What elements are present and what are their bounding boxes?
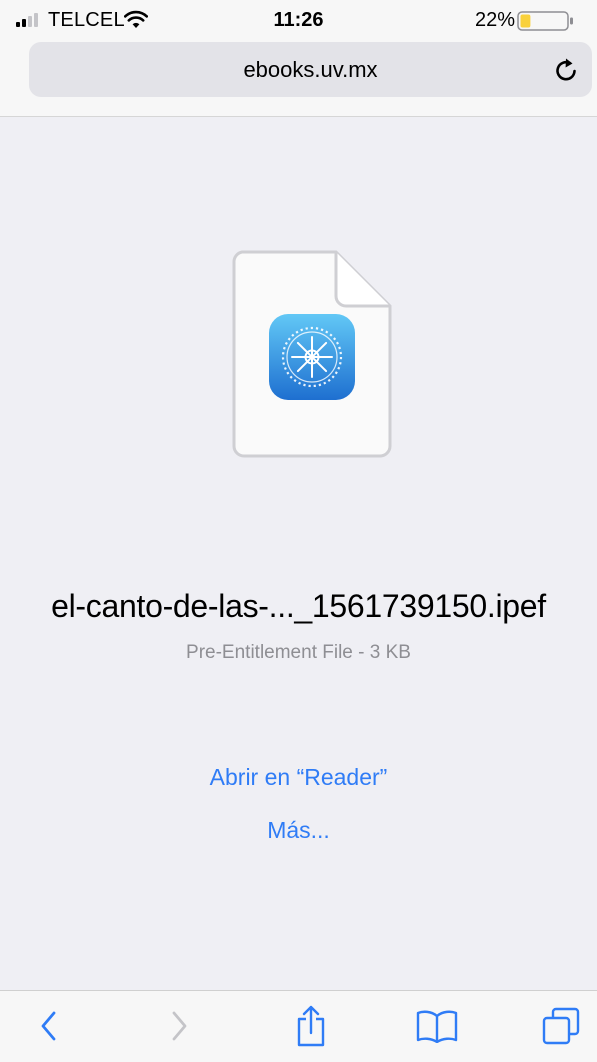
forward-icon [172,1011,187,1041]
forward-button[interactable] [154,1001,204,1051]
file-type-size: Pre-Entitlement File - 3 KB [186,642,411,663]
share-icon [297,1005,325,1047]
bookmarks-icon [416,1010,458,1043]
battery-percentage: 22% [474,9,515,31]
browser-header: TELCEL 11:26 22% ebooks.uv.mx [0,0,597,117]
open-in-reader-link[interactable]: Abrir en “Reader” [0,764,597,791]
reload-icon[interactable] [552,55,580,85]
tabs-button[interactable] [536,1001,586,1051]
status-bar: TELCEL 11:26 22% [0,0,597,38]
document-with-app-icon [232,250,392,458]
more-options-link[interactable]: Más... [0,817,597,844]
battery-icon [517,11,573,31]
address-bar[interactable]: ebooks.uv.mx [29,42,592,97]
file-name: el-canto-de-las-..._1561739150.ipef [51,588,546,624]
tabs-icon [542,1007,580,1045]
back-icon [41,1011,56,1041]
back-button[interactable] [24,1001,74,1051]
bookmarks-button[interactable] [412,1001,462,1051]
bottom-toolbar [0,990,597,1062]
share-button[interactable] [286,1001,336,1051]
url-text[interactable]: ebooks.uv.mx [29,42,592,97]
